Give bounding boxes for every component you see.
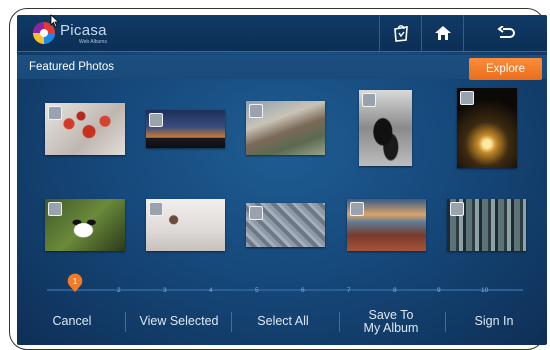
photo-thumbnail[interactable] [447, 199, 526, 251]
explore-button[interactable]: Explore [469, 58, 542, 80]
photo-checkbox[interactable] [48, 106, 62, 120]
view-selected-button[interactable]: View Selected [129, 298, 229, 345]
photo-checkbox[interactable] [350, 202, 364, 216]
photo-checkbox[interactable] [460, 91, 474, 105]
save-to-album-button[interactable]: Save To My Album [343, 298, 439, 345]
photo-checkbox[interactable] [149, 113, 163, 127]
photo-checkbox[interactable] [48, 202, 62, 216]
logo-subtext: Web Albums [79, 39, 107, 45]
photo-thumbnail[interactable] [246, 101, 325, 155]
page-tick[interactable]: 10 [481, 287, 488, 294]
back-icon [497, 26, 515, 38]
title-bar: Featured Photos [17, 55, 547, 79]
photo-checkbox[interactable] [450, 202, 464, 216]
photo-thumbnail[interactable] [45, 103, 125, 155]
cancel-button[interactable]: Cancel [27, 298, 117, 345]
home-button[interactable] [421, 15, 464, 51]
divider [445, 312, 446, 332]
shopping-bag-icon [394, 25, 408, 42]
mouse-cursor-icon [50, 14, 60, 28]
photo-checkbox[interactable] [249, 104, 263, 118]
photo-thumbnail[interactable] [347, 199, 426, 251]
page-tick[interactable]: 6 [301, 287, 305, 294]
bottom-action-bar: Cancel View Selected Select All Save To … [17, 298, 547, 345]
select-all-button[interactable]: Select All [235, 298, 331, 345]
page-tick[interactable]: 7 [347, 287, 351, 294]
back-button[interactable] [463, 15, 547, 51]
photo-thumbnail[interactable] [146, 110, 225, 148]
divider [339, 312, 340, 332]
logo-text: Picasa [60, 22, 107, 39]
top-bar: Picasa Web Albums [17, 15, 547, 52]
page-tick[interactable]: 2 [117, 287, 121, 294]
home-icon [435, 26, 451, 40]
photo-checkbox[interactable] [149, 202, 163, 216]
photo-thumbnail[interactable] [457, 88, 517, 168]
photo-thumbnail[interactable] [359, 90, 412, 166]
divider [125, 312, 126, 332]
photo-thumbnail[interactable] [246, 203, 325, 247]
photo-thumbnail[interactable] [45, 199, 125, 251]
photo-checkbox[interactable] [362, 93, 376, 107]
page-tick[interactable]: 5 [255, 287, 259, 294]
page-tick[interactable]: 4 [209, 287, 213, 294]
page-title: Featured Photos [29, 61, 115, 73]
page-tick[interactable]: 9 [437, 287, 441, 294]
save-label-line1: Save To [368, 307, 414, 322]
app-screen: Picasa Web Albums Featured Photos Explor… [17, 15, 547, 345]
sign-in-button[interactable]: Sign In [449, 298, 539, 345]
divider [231, 312, 232, 332]
shopping-bag-button[interactable] [379, 15, 422, 51]
photo-checkbox[interactable] [249, 206, 263, 220]
page-tick[interactable]: 8 [393, 287, 397, 294]
photo-thumbnail[interactable] [146, 199, 225, 251]
current-page-number: 1 [72, 277, 78, 286]
page-tick[interactable]: 3 [163, 287, 167, 294]
save-label-line2: My Album [363, 320, 419, 335]
